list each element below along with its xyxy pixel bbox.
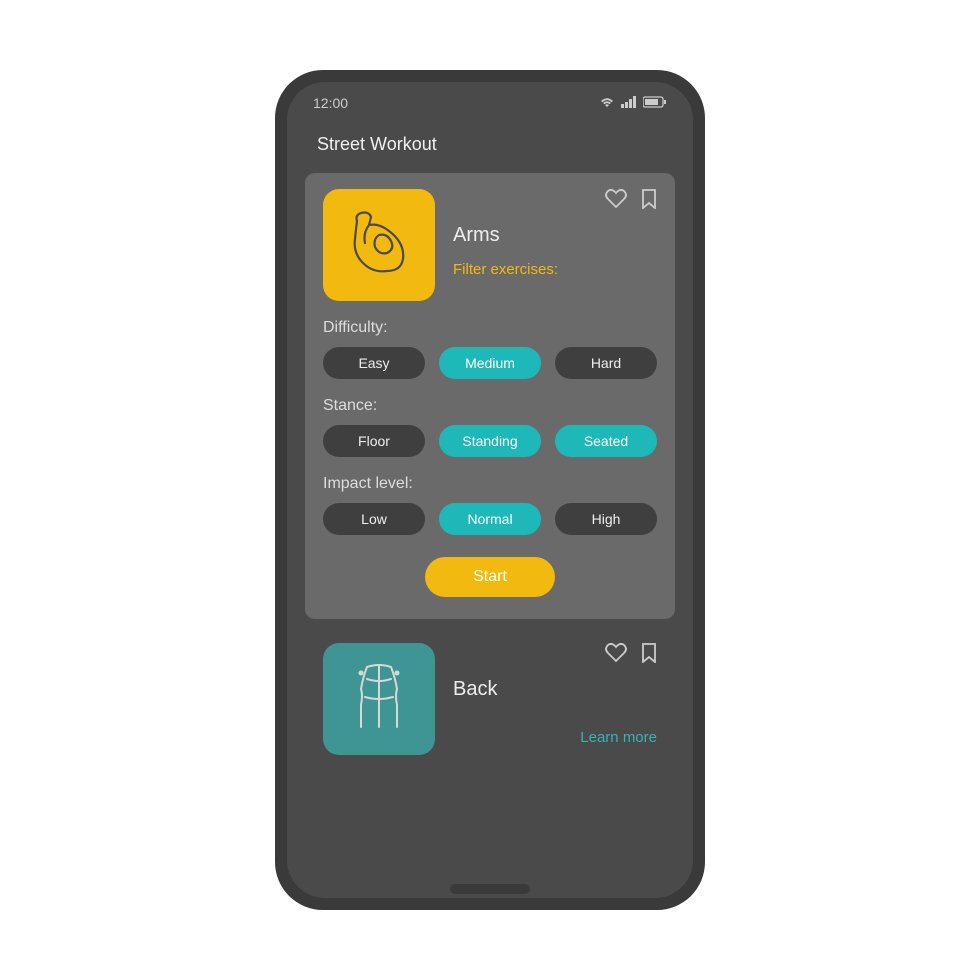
impact-chips: Low Normal High [323,503,657,535]
torso-back-icon [339,657,419,742]
chip-difficulty-medium[interactable]: Medium [439,347,541,379]
chip-difficulty-easy[interactable]: Easy [323,347,425,379]
card-back: Back Learn more [305,635,675,755]
battery-icon [643,95,667,111]
home-indicator[interactable] [450,884,530,894]
card-arms: Arms Filter exercises: Difficulty: Easy … [305,173,675,619]
difficulty-chips: Easy Medium Hard [323,347,657,379]
chip-stance-floor[interactable]: Floor [323,425,425,457]
impact-label: Impact level: [323,475,657,493]
stance-label: Stance: [323,397,657,415]
bookmark-icon[interactable] [641,643,657,668]
card-header-right-back: Back Learn more [453,643,657,755]
bookmark-icon[interactable] [641,189,657,214]
heart-icon[interactable] [605,643,627,668]
card-header-back: Back Learn more [323,643,657,755]
chip-impact-low[interactable]: Low [323,503,425,535]
chip-impact-high[interactable]: High [555,503,657,535]
arms-thumbnail[interactable] [323,189,435,301]
screen: 12:00 Street Workout [287,82,693,898]
learn-more-link[interactable]: Learn more [453,729,657,746]
page-title: Street Workout [287,124,693,173]
signal-icon [621,95,637,111]
card-actions-back [453,643,657,668]
chip-stance-seated[interactable]: Seated [555,425,657,457]
difficulty-label: Difficulty: [323,319,657,337]
card-actions [453,189,657,214]
wifi-icon [599,95,615,111]
bicep-icon [339,203,419,288]
chip-difficulty-hard[interactable]: Hard [555,347,657,379]
phone-frame: 12:00 Street Workout [275,70,705,910]
status-time: 12:00 [313,95,348,111]
heart-icon[interactable] [605,189,627,214]
chip-impact-normal[interactable]: Normal [439,503,541,535]
card-header-right: Arms Filter exercises: [453,189,657,301]
status-icons [599,95,667,111]
filter-label: Filter exercises: [453,261,657,278]
status-bar: 12:00 [287,82,693,124]
card-title-back: Back [453,678,657,701]
back-thumbnail[interactable] [323,643,435,755]
chip-stance-standing[interactable]: Standing [439,425,541,457]
stance-chips: Floor Standing Seated [323,425,657,457]
card-header: Arms Filter exercises: [323,189,657,301]
card-title-arms: Arms [453,224,657,247]
start-button[interactable]: Start [425,557,555,597]
content: Arms Filter exercises: Difficulty: Easy … [287,173,693,755]
